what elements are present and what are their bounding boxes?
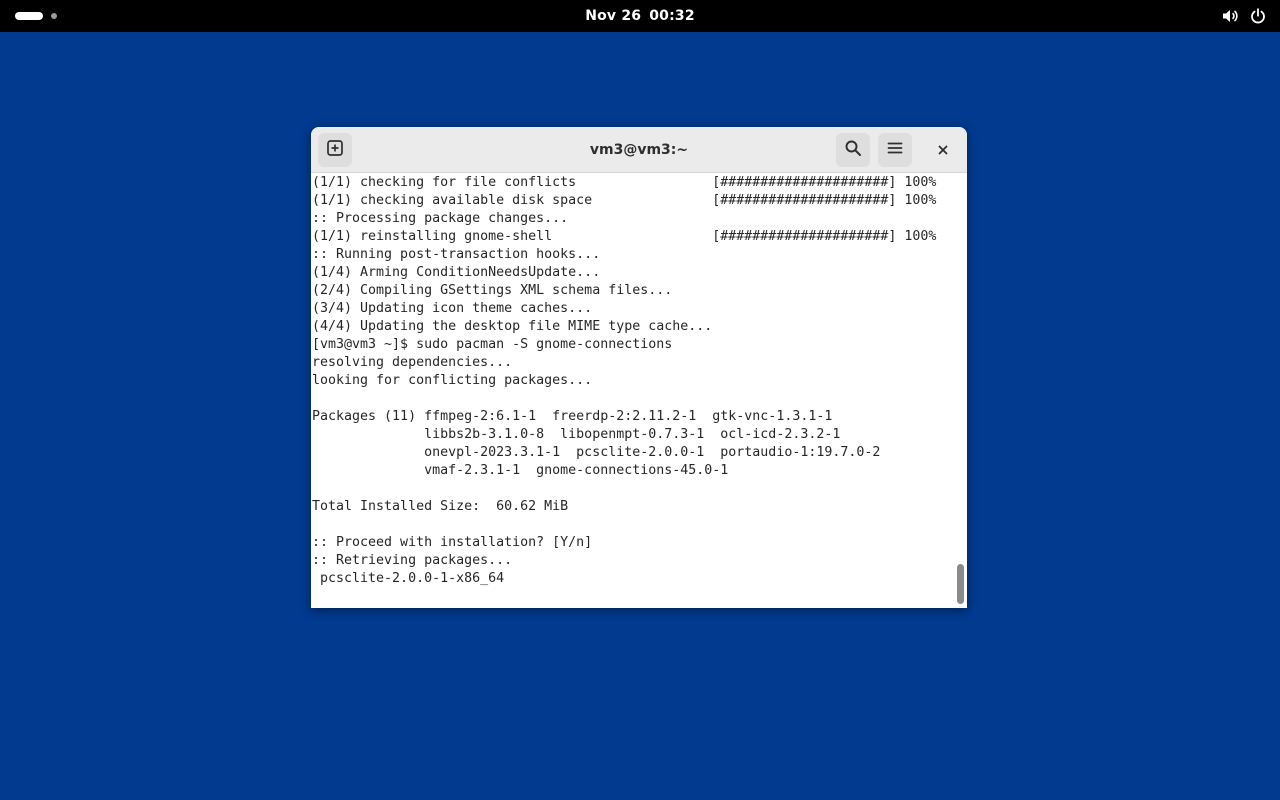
- terminal-line: :: Proceed with installation? [Y/n]: [312, 535, 593, 550]
- clock: Nov 26 00:32: [0, 0, 1280, 32]
- menu-button[interactable]: [878, 133, 912, 167]
- terminal-line: :: Running post-transaction hooks...: [312, 247, 601, 262]
- terminal-line: (1/4) Arming ConditionNeedsUpdate...: [312, 265, 601, 280]
- window-headerbar[interactable]: vm3@vm3:~: [311, 127, 967, 173]
- search-icon: [844, 139, 862, 161]
- volume-icon[interactable]: [1222, 8, 1240, 24]
- power-icon[interactable]: [1250, 8, 1266, 24]
- top-bar: Nov 26 00:32: [0, 0, 1280, 32]
- terminal-line: resolving dependencies...: [312, 355, 513, 370]
- terminal-output[interactable]: (1/1) checking for file conflicts [#####…: [311, 174, 953, 608]
- terminal-line: Total Installed Size: 60.62 MiB: [312, 499, 569, 514]
- terminal-line: :: Processing package changes...: [312, 211, 569, 226]
- terminal-line: (4/4) Updating the desktop file MIME typ…: [312, 319, 713, 334]
- terminal-line: (2/4) Compiling GSettings XML schema fil…: [312, 283, 673, 298]
- menu-icon: [886, 139, 904, 161]
- terminal-scrollbar[interactable]: [953, 174, 967, 608]
- terminal-line: vmaf-2.3.1-1 gnome-connections-45.0-1: [312, 463, 729, 478]
- activities-button[interactable]: [8, 6, 60, 26]
- search-button[interactable]: [836, 133, 870, 167]
- terminal-text: (1/1) checking for file conflicts [#####…: [311, 174, 953, 588]
- terminal-line: (3/4) Updating icon theme caches...: [312, 301, 593, 316]
- terminal-line: pcsclite-2.0.0-1-x86_64: [312, 571, 505, 586]
- terminal-line: onevpl-2023.3.1-1 pcsclite-2.0.0-1 porta…: [312, 445, 881, 460]
- terminal-window[interactable]: vm3@vm3:~ (1/1) checking for file confli…: [311, 127, 967, 608]
- terminal-line: :: Retrieving packages...: [312, 553, 513, 568]
- terminal-line: (1/1) checking for file conflicts [#####…: [312, 175, 937, 190]
- terminal-line: (1/1) reinstalling gnome-shell [########…: [312, 229, 937, 244]
- system-tray[interactable]: [1222, 0, 1266, 32]
- workspace-inactive-indicator: [51, 13, 57, 19]
- terminal-line: Packages (11) ffmpeg-2:6.1-1 freerdp-2:2…: [312, 409, 833, 424]
- terminal-line: libbs2b-3.1.0-8 libopenmpt-0.7.3-1 ocl-i…: [312, 427, 841, 442]
- close-icon: [937, 141, 949, 160]
- close-button[interactable]: [931, 138, 955, 162]
- workspace-active-indicator: [15, 12, 43, 20]
- terminal-line: [vm3@vm3 ~]$ sudo pacman -S gnome-connec…: [312, 337, 673, 352]
- terminal-line: looking for conflicting packages...: [312, 373, 593, 388]
- clock-date[interactable]: Nov 26: [585, 8, 641, 24]
- new-tab-button[interactable]: [318, 133, 352, 167]
- new-tab-icon: [326, 139, 344, 161]
- scrollbar-thumb[interactable]: [957, 564, 964, 604]
- terminal-line: (1/1) checking available disk space [###…: [312, 193, 937, 208]
- clock-time[interactable]: 00:32: [649, 8, 695, 24]
